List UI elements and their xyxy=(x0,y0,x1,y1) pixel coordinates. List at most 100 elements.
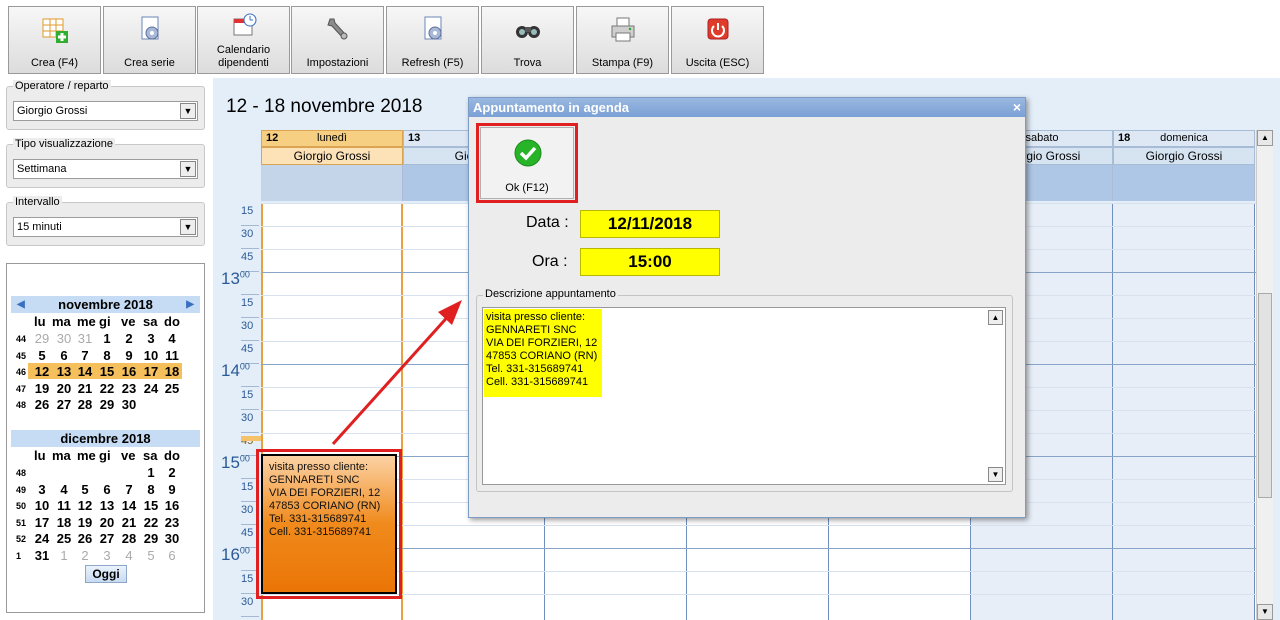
calendar-day[interactable]: 10 xyxy=(31,498,53,513)
tipo-select[interactable]: Settimana ▼ xyxy=(13,159,198,179)
calendar-day[interactable]: 3 xyxy=(31,482,53,497)
calendar-day[interactable]: 21 xyxy=(118,515,140,530)
calendar-day[interactable]: 21 xyxy=(74,381,96,396)
calendar-day[interactable]: 5 xyxy=(74,482,96,497)
calendar-day[interactable]: 7 xyxy=(118,482,140,497)
calendar-day[interactable]: 17 xyxy=(140,364,162,379)
calendar-day[interactable]: 18 xyxy=(161,364,183,379)
scroll-up-icon[interactable]: ▲ xyxy=(1257,130,1273,146)
calendar-day[interactable]: 14 xyxy=(118,498,140,513)
calendar-day[interactable]: 4 xyxy=(118,548,140,563)
calendar-day[interactable]: 10 xyxy=(140,348,162,363)
descrizione-textarea[interactable]: visita presso cliente: GENNARETI SNC VIA D… xyxy=(482,307,1006,485)
all-day-area[interactable] xyxy=(1113,165,1255,201)
calendar-day[interactable]: 6 xyxy=(53,348,75,363)
calendar-day[interactable]: 26 xyxy=(74,531,96,546)
calendar-day[interactable]: 1 xyxy=(140,465,162,480)
calendar-day[interactable]: 2 xyxy=(74,548,96,563)
calendar-day[interactable]: 30 xyxy=(161,531,183,546)
calendar-day[interactable]: 29 xyxy=(31,331,53,346)
scroll-down-icon[interactable]: ▼ xyxy=(1257,604,1273,620)
calendario-dipendenti-button[interactable]: Calendario dipendenti xyxy=(197,6,290,74)
calendar-day[interactable]: 15 xyxy=(96,364,118,379)
calendar-day[interactable]: 11 xyxy=(161,348,183,363)
trova-button[interactable]: Trova xyxy=(481,6,574,74)
data-field[interactable]: 12/11/2018 xyxy=(580,210,720,238)
calendar-day[interactable]: 3 xyxy=(96,548,118,563)
impostazioni-button[interactable]: Impostazioni xyxy=(291,6,384,74)
calendar-day[interactable]: 19 xyxy=(31,381,53,396)
all-day-area[interactable] xyxy=(261,165,403,201)
calendar-day[interactable]: 12 xyxy=(74,498,96,513)
calendar-day[interactable]: 9 xyxy=(161,482,183,497)
calendar-day[interactable]: 25 xyxy=(53,531,75,546)
scroll-up-icon[interactable]: ▲ xyxy=(988,310,1003,325)
calendar-day[interactable]: 22 xyxy=(140,515,162,530)
calendar-day[interactable]: 8 xyxy=(96,348,118,363)
calendar-day[interactable]: 4 xyxy=(53,482,75,497)
operatore-select[interactable]: Giorgio Grossi ▼ xyxy=(13,101,198,121)
chevron-down-icon[interactable]: ▼ xyxy=(180,219,196,235)
calendar-day[interactable]: 3 xyxy=(140,331,162,346)
calendar-day[interactable]: 23 xyxy=(118,381,140,396)
calendar-day[interactable]: 2 xyxy=(118,331,140,346)
calendar-day[interactable]: 23 xyxy=(161,515,183,530)
calendar-day[interactable]: 5 xyxy=(140,548,162,563)
calendar-day[interactable]: 13 xyxy=(53,364,75,379)
calendar-day[interactable]: 29 xyxy=(96,397,118,412)
calendar-day[interactable]: 9 xyxy=(118,348,140,363)
calendar-day[interactable]: 17 xyxy=(31,515,53,530)
calendar-day[interactable]: 25 xyxy=(161,381,183,396)
crea-button[interactable]: Crea (F4) xyxy=(8,6,101,74)
ora-field[interactable]: 15:00 xyxy=(580,248,720,276)
refresh-button[interactable]: Refresh (F5) xyxy=(386,6,479,74)
calendar-day[interactable]: 28 xyxy=(74,397,96,412)
calendar-day[interactable]: 30 xyxy=(118,397,140,412)
calendar-day[interactable]: 28 xyxy=(118,531,140,546)
calendar-day[interactable]: 19 xyxy=(74,515,96,530)
calendar-day[interactable]: 11 xyxy=(53,498,75,513)
calendar-day[interactable]: 5 xyxy=(31,348,53,363)
scroll-thumb[interactable] xyxy=(1258,293,1272,498)
chevron-down-icon[interactable]: ▼ xyxy=(180,161,196,177)
calendar-day[interactable]: 14 xyxy=(74,364,96,379)
calendar-day[interactable]: 26 xyxy=(31,397,53,412)
calendar-day[interactable]: 16 xyxy=(161,498,183,513)
calendar-day[interactable]: 2 xyxy=(161,465,183,480)
calendar-day[interactable]: 29 xyxy=(140,531,162,546)
calendar-day[interactable]: 6 xyxy=(161,548,183,563)
calendar-day[interactable]: 1 xyxy=(53,548,75,563)
calendar-day[interactable]: 7 xyxy=(74,348,96,363)
intervallo-select[interactable]: 15 minuti ▼ xyxy=(13,217,198,237)
scroll-down-icon[interactable]: ▼ xyxy=(988,467,1003,482)
calendar-day[interactable]: 1 xyxy=(96,331,118,346)
calendar-day[interactable]: 12 xyxy=(31,364,53,379)
calendar-day[interactable]: 13 xyxy=(96,498,118,513)
calendar-day[interactable]: 27 xyxy=(53,397,75,412)
calendar-day[interactable]: 22 xyxy=(96,381,118,396)
calendar-day[interactable]: 30 xyxy=(53,331,75,346)
day-column-header[interactable]: 12 lunedì xyxy=(261,130,403,147)
crea-serie-button[interactable]: Crea serie xyxy=(103,6,196,74)
close-icon[interactable]: × xyxy=(1013,99,1021,115)
chevron-down-icon[interactable]: ▼ xyxy=(180,103,196,119)
calendar-day[interactable]: 24 xyxy=(140,381,162,396)
day-column[interactable] xyxy=(1113,203,1255,620)
calendar-day[interactable]: 4 xyxy=(161,331,183,346)
calendar-day[interactable]: 6 xyxy=(96,482,118,497)
vertical-scrollbar[interactable]: ▲ ▼ xyxy=(1256,130,1273,620)
day-column-header[interactable]: 18 domenica xyxy=(1113,130,1255,147)
prev-month-icon[interactable]: ◀ xyxy=(17,296,25,313)
oggi-button[interactable]: Oggi xyxy=(85,565,127,583)
calendar-day[interactable]: 16 xyxy=(118,364,140,379)
next-month-icon[interactable]: ▶ xyxy=(186,296,194,313)
uscita-button[interactable]: Uscita (ESC) xyxy=(671,6,764,74)
calendar-day[interactable]: 31 xyxy=(74,331,96,346)
calendar-day[interactable]: 8 xyxy=(140,482,162,497)
calendar-day[interactable]: 15 xyxy=(140,498,162,513)
calendar-day[interactable]: 24 xyxy=(31,531,53,546)
calendar-day[interactable]: 20 xyxy=(53,381,75,396)
stampa-button[interactable]: Stampa (F9) xyxy=(576,6,669,74)
calendar-day[interactable]: 31 xyxy=(31,548,53,563)
calendar-day[interactable]: 27 xyxy=(96,531,118,546)
